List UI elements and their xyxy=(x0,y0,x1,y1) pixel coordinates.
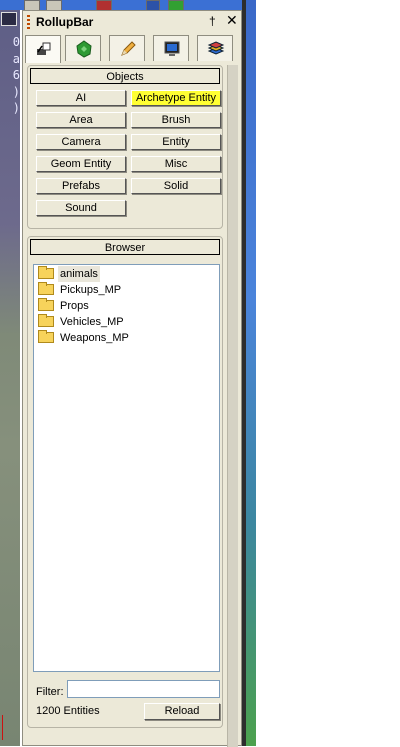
layers-icon xyxy=(207,41,225,55)
rollup-bar-panel: RollupBar † ✕ Objects AI Archetype Entit… xyxy=(22,10,242,747)
area-button[interactable]: Area xyxy=(36,112,126,128)
tab-modify[interactable] xyxy=(109,35,145,61)
folder-icon xyxy=(38,282,54,295)
pin-icon[interactable]: † xyxy=(209,14,216,28)
tab-objects[interactable] xyxy=(25,35,61,63)
rollup-title: RollupBar xyxy=(36,15,94,29)
desktop-background xyxy=(246,0,256,746)
terrain-icon xyxy=(76,40,92,58)
folder-icon xyxy=(38,298,54,311)
browser-header[interactable]: Browser xyxy=(30,239,220,255)
rollup-tabs xyxy=(25,35,239,63)
geom-entity-button[interactable]: Geom Entity xyxy=(36,156,126,172)
sound-button[interactable]: Sound xyxy=(36,200,126,216)
ai-button[interactable]: AI xyxy=(36,90,126,106)
entity-button[interactable]: Entity xyxy=(131,134,221,150)
rollup-titlebar[interactable]: RollupBar † ✕ xyxy=(23,11,241,33)
monitor-icon xyxy=(164,41,180,56)
viewport-toolbar xyxy=(0,0,20,10)
main-toolbar-strip xyxy=(20,0,246,11)
tree-item-label: Props xyxy=(60,300,89,312)
folder-icon xyxy=(38,266,54,279)
browser-tree[interactable]: animals Pickups_MP Props Vehicles_MP Wea… xyxy=(33,264,220,672)
tab-terrain[interactable] xyxy=(65,35,101,61)
pencil-icon xyxy=(121,41,136,56)
rollup-body: Objects AI Archetype Entity Area Brush C… xyxy=(27,65,223,747)
rollup-scrollbar[interactable] xyxy=(227,65,238,747)
archetype-entity-button[interactable]: Archetype Entity xyxy=(131,90,221,106)
filter-input[interactable] xyxy=(67,680,220,698)
objects-header[interactable]: Objects xyxy=(30,68,220,84)
tab-display[interactable] xyxy=(153,35,189,61)
viewport-3d[interactable]: 0 a 6 ) ) xyxy=(0,0,20,746)
close-icon[interactable]: ✕ xyxy=(226,12,238,29)
folder-icon xyxy=(38,330,54,343)
folder-icon xyxy=(38,314,54,327)
tree-item-label: Vehicles_MP xyxy=(60,316,124,328)
solid-button[interactable]: Solid xyxy=(131,178,221,194)
entity-count: 1200 Entities xyxy=(36,705,100,717)
viewport-maximize-icon[interactable] xyxy=(1,12,17,26)
reload-button[interactable]: Reload xyxy=(144,703,220,720)
create-objects-icon xyxy=(37,42,51,55)
filter-label: Filter: xyxy=(36,686,64,698)
tab-layers[interactable] xyxy=(197,35,233,61)
brush-button[interactable]: Brush xyxy=(131,112,221,128)
objects-group: Objects AI Archetype Entity Area Brush C… xyxy=(27,65,223,229)
tree-item-label: Weapons_MP xyxy=(60,332,129,344)
browser-group: Browser animals Pickups_MP Props Vehicle… xyxy=(27,236,223,728)
camera-button[interactable]: Camera xyxy=(36,134,126,150)
misc-button[interactable]: Misc xyxy=(131,156,221,172)
prefabs-button[interactable]: Prefabs xyxy=(36,178,126,194)
viewport-readout: 0 a 6 ) ) xyxy=(12,35,20,115)
gizmo-axis-line xyxy=(2,715,9,740)
tree-item-label: Pickups_MP xyxy=(60,284,122,296)
drag-grip-icon[interactable] xyxy=(27,15,30,29)
tree-item-label: animals xyxy=(58,266,100,282)
